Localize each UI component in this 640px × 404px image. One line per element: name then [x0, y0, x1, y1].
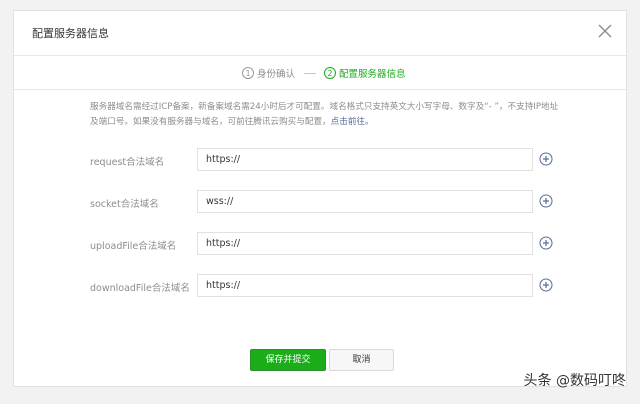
step-indicator: 1 身份确认 2 配置服务器信息	[14, 56, 626, 90]
close-icon[interactable]	[596, 22, 614, 40]
config-dialog: 配置服务器信息 1 身份确认 2 配置服务器信息 服务器域名需经过ICP备案，新…	[13, 10, 627, 387]
cancel-button[interactable]: 取消	[329, 349, 394, 371]
notice-text: 服务器域名需经过ICP备案，新备案域名需24小时后才可配置。域名格式只支持英文大…	[90, 102, 559, 127]
field-label: socket合法域名	[90, 199, 159, 210]
dialog-header: 配置服务器信息	[14, 11, 626, 56]
step-label: 身份确认	[257, 69, 296, 80]
step-identity: 1 身份确认	[242, 66, 295, 80]
save-submit-button[interactable]: 保存并提交	[250, 349, 326, 371]
upload-domain-input[interactable]: https://	[197, 232, 533, 255]
upload-domain-row: uploadFile合法域名 https://	[14, 232, 628, 256]
field-label: uploadFile合法域名	[90, 241, 177, 252]
step-divider	[304, 73, 316, 74]
download-domain-input[interactable]: https://	[197, 274, 533, 297]
socket-domain-row: socket合法域名 wss://	[14, 190, 628, 214]
step-number: 1	[242, 67, 254, 79]
step-server-config: 2 配置服务器信息	[324, 66, 406, 80]
go-link[interactable]: 点击前往。	[331, 117, 374, 127]
field-label: downloadFile合法域名	[90, 283, 190, 294]
domain-notice: 服务器域名需经过ICP备案，新备案域名需24小时后才可配置。域名格式只支持英文大…	[90, 100, 560, 130]
socket-domain-input[interactable]: wss://	[197, 190, 533, 213]
add-circle-icon[interactable]	[539, 194, 553, 208]
request-domain-input[interactable]: https://	[197, 148, 533, 171]
add-circle-icon[interactable]	[539, 278, 553, 292]
step-label: 配置服务器信息	[339, 69, 406, 80]
add-circle-icon[interactable]	[539, 152, 553, 166]
field-label: request合法域名	[90, 157, 165, 168]
request-domain-row: request合法域名 https://	[14, 148, 628, 172]
step-number: 2	[324, 67, 336, 79]
watermark: 头条 @数码叮咚	[523, 373, 626, 389]
download-domain-row: downloadFile合法域名 https://	[14, 274, 628, 298]
dialog-title: 配置服务器信息	[32, 27, 109, 40]
add-circle-icon[interactable]	[539, 236, 553, 250]
